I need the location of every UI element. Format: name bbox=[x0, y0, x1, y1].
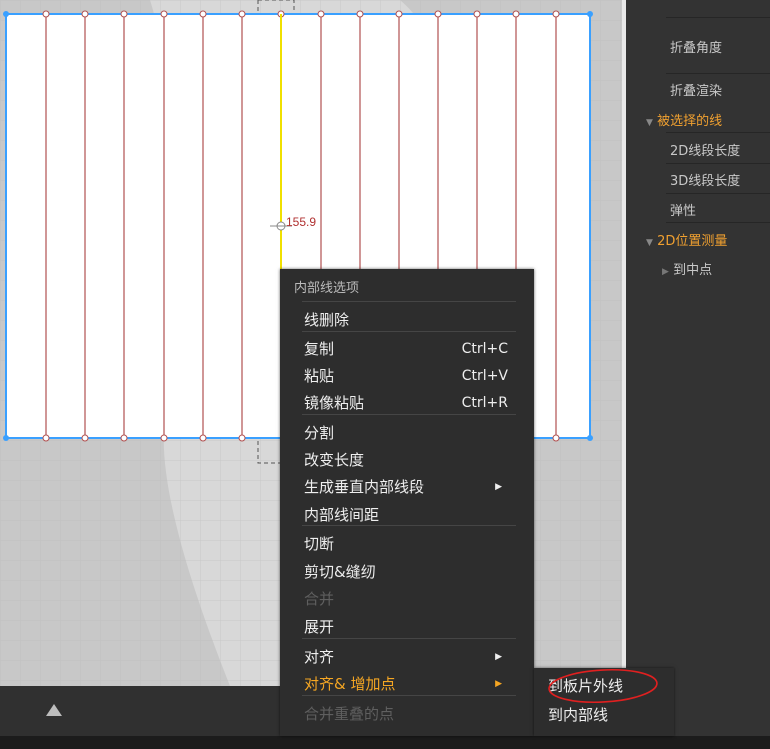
menu-item-label: 粘贴 bbox=[304, 367, 335, 385]
triangle-right-icon: ▶ bbox=[495, 652, 502, 662]
line-endpoint[interactable] bbox=[81, 10, 89, 18]
menu-item-shortcut: Ctrl+C bbox=[461, 341, 508, 357]
line-endpoint[interactable] bbox=[81, 434, 89, 442]
line-endpoint[interactable] bbox=[512, 10, 520, 18]
menu-item[interactable]: 展开 bbox=[304, 614, 518, 640]
triangle-right-icon: ▶ bbox=[495, 679, 502, 689]
line-endpoint[interactable] bbox=[199, 10, 207, 18]
line-endpoint[interactable] bbox=[238, 10, 246, 18]
line-endpoint[interactable] bbox=[473, 10, 481, 18]
menu-separator bbox=[302, 414, 516, 415]
line-endpoint[interactable] bbox=[552, 434, 560, 442]
len-2d-label: 2D线段长度 bbox=[670, 144, 741, 159]
context-menu: 内部线选项 线删除复制 Ctrl+C 粘贴 Ctrl+V 镜像粘贴 Ctrl+R 分割改变长… bbox=[280, 269, 534, 736]
menu-item[interactable]: 分割 bbox=[304, 420, 518, 446]
triangle-right-icon: ▶ bbox=[495, 482, 502, 492]
menu-item-label: 合并重叠的点 bbox=[304, 705, 395, 723]
line-endpoint[interactable] bbox=[42, 434, 50, 442]
collapse-arrow-icon: ▼ bbox=[646, 238, 653, 248]
line-endpoint[interactable] bbox=[395, 10, 403, 18]
menu-item-shortcut: Ctrl+R bbox=[461, 395, 508, 411]
menu-item-label: 镜像粘贴 bbox=[304, 394, 365, 412]
menu-item[interactable]: 镜像粘贴 Ctrl+R bbox=[304, 390, 518, 416]
menu-item-label: 内部线间距 bbox=[304, 506, 380, 524]
menu-item-label: 对齐 bbox=[304, 648, 335, 666]
expand-arrow-icon: ▶ bbox=[662, 267, 669, 277]
menu-item[interactable]: 线删除 bbox=[304, 307, 518, 333]
triangle-up-icon[interactable] bbox=[46, 704, 62, 716]
menu-header: 内部线选项 bbox=[294, 281, 360, 296]
align-add-point-submenu: 到板片外线 到内部线 bbox=[534, 668, 674, 736]
property-panel: 折叠角度 折叠渲染 ▼ 被选择的线 2D线段长度 3D线段长度 弹性 ▼ 2D位… bbox=[626, 0, 770, 736]
menu-separator bbox=[302, 638, 516, 639]
menu-item-label: 线删除 bbox=[304, 311, 350, 329]
line-endpoint[interactable] bbox=[356, 10, 364, 18]
menu-item-label: 展开 bbox=[304, 618, 335, 636]
line-endpoint[interactable] bbox=[199, 434, 207, 442]
submenu-item-to-piece-outline[interactable]: 到板片外线 bbox=[548, 673, 668, 699]
fold-angle-label: 折叠角度 bbox=[670, 41, 723, 56]
menu-item-label: 复制 bbox=[304, 340, 335, 358]
line-endpoint[interactable] bbox=[317, 10, 325, 18]
selected-lines-group[interactable]: ▼ 被选择的线 bbox=[646, 110, 722, 129]
line-endpoint[interactable] bbox=[434, 10, 442, 18]
status-strip bbox=[0, 736, 770, 749]
line-endpoint[interactable] bbox=[120, 10, 128, 18]
line-endpoint[interactable] bbox=[552, 10, 560, 18]
menu-item-label: 剪切&缝纫 bbox=[304, 563, 376, 581]
menu-separator bbox=[302, 695, 516, 696]
measurement-label: 155.9 bbox=[286, 215, 316, 229]
menu-item[interactable]: 复制 Ctrl+C bbox=[304, 336, 518, 362]
collapse-arrow-icon: ▼ bbox=[646, 118, 653, 128]
line-endpoint[interactable] bbox=[238, 434, 246, 442]
line-endpoint[interactable] bbox=[160, 434, 168, 442]
selected-lines-label: 被选择的线 bbox=[657, 114, 723, 129]
menu-item[interactable]: 对齐& 增加点 ▶ bbox=[304, 671, 518, 697]
fold-render-label: 折叠渲染 bbox=[670, 84, 723, 99]
corner-point[interactable] bbox=[3, 435, 9, 441]
menu-item[interactable]: 对齐 ▶ bbox=[304, 644, 518, 670]
pos-2d-group[interactable]: ▼ 2D位置测量 bbox=[646, 230, 727, 249]
menu-separator bbox=[302, 331, 516, 332]
line-endpoint[interactable] bbox=[42, 10, 50, 18]
menu-item[interactable]: 改变长度 bbox=[304, 447, 518, 473]
menu-item-label: 合并 bbox=[304, 590, 335, 608]
menu-item-shortcut: Ctrl+V bbox=[461, 368, 508, 384]
menu-item: 合并 bbox=[304, 586, 518, 612]
menu-item-label: 生成垂直内部线段 bbox=[304, 478, 425, 496]
menu-item-label: 对齐& 增加点 bbox=[304, 675, 396, 693]
corner-point[interactable] bbox=[587, 11, 593, 17]
pos-2d-label: 2D位置测量 bbox=[657, 234, 728, 249]
corner-point[interactable] bbox=[587, 435, 593, 441]
line-endpoint[interactable] bbox=[160, 10, 168, 18]
menu-item: 合并重叠的点 bbox=[304, 701, 518, 727]
menu-item-label: 分割 bbox=[304, 424, 335, 442]
menu-item-label: 改变长度 bbox=[304, 451, 365, 469]
menu-item[interactable]: 切断 bbox=[304, 531, 518, 557]
to-midpoint-label: 到中点 bbox=[673, 263, 713, 278]
elasticity-label: 弹性 bbox=[670, 204, 697, 219]
submenu-item-to-internal-line[interactable]: 到内部线 bbox=[548, 702, 668, 728]
menu-item-label: 切断 bbox=[304, 535, 335, 553]
menu-separator bbox=[302, 525, 516, 526]
corner-point[interactable] bbox=[3, 11, 9, 17]
menu-item[interactable]: 生成垂直内部线段 ▶ bbox=[304, 474, 518, 500]
menu-item[interactable]: 剪切&缝纫 bbox=[304, 559, 518, 585]
to-midpoint-item[interactable]: ▶ 到中点 bbox=[662, 259, 712, 278]
len-3d-label: 3D线段长度 bbox=[670, 174, 741, 189]
menu-item[interactable]: 粘贴 Ctrl+V bbox=[304, 363, 518, 389]
line-endpoint[interactable] bbox=[120, 434, 128, 442]
